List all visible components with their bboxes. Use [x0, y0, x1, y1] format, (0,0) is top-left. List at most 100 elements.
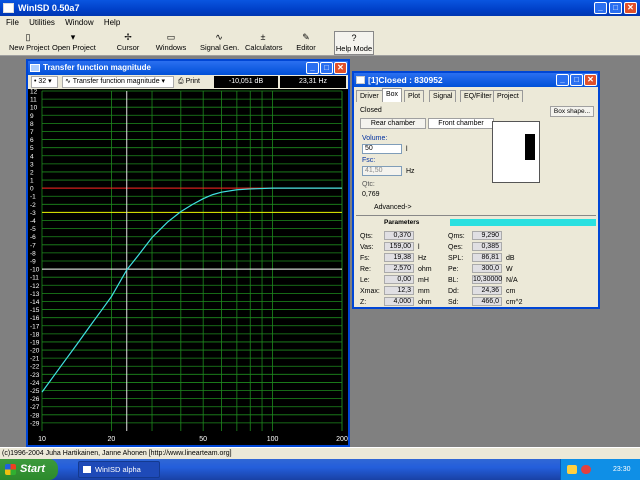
right-param-unit: dB: [506, 255, 515, 262]
y-tick-label: -17: [30, 323, 40, 330]
y-tick-label: -8: [30, 250, 36, 257]
minimize-button[interactable]: _: [594, 2, 607, 14]
tab-eq-filter[interactable]: EQ/Filter: [460, 90, 496, 102]
y-tick-label: -16: [30, 315, 40, 322]
y-tick-label: 0: [30, 186, 34, 193]
cursor-icon: ✢: [124, 32, 132, 42]
open-project-button[interactable]: ▾ Open Project: [52, 31, 96, 55]
tray-alert-icon[interactable]: [581, 465, 591, 474]
box-window-title: [1]Closed : 830952: [368, 75, 443, 85]
tab-box[interactable]: Box: [382, 88, 403, 102]
right-param-name: Dd:: [448, 288, 459, 295]
tab-plot[interactable]: Plot: [404, 90, 425, 102]
right-param-value: 9,290: [472, 231, 502, 240]
maximize-button[interactable]: □: [609, 2, 622, 14]
chart-close-button[interactable]: ✕: [334, 62, 347, 74]
winisd-task-icon: [83, 466, 91, 473]
menu-window[interactable]: Window: [65, 18, 93, 27]
left-param-name: Re:: [360, 266, 371, 273]
chart-window-title-bar[interactable]: Transfer function magnitude: [28, 61, 348, 75]
signal-gen-button[interactable]: ∿ Signal Gen.: [200, 31, 239, 55]
chart-minimize-button[interactable]: _: [306, 62, 319, 74]
calculators-button[interactable]: ± Calculators: [245, 31, 283, 55]
right-param-value: 10,30000: [472, 275, 503, 284]
right-param-name: SPL:: [448, 255, 464, 262]
y-tick-label: 10: [30, 105, 38, 112]
editor-button[interactable]: ✎ Editor: [295, 31, 317, 55]
x-tick-label: 200: [336, 436, 348, 443]
taskbar: Start WinISD alpha NO 23:30: [0, 459, 640, 480]
tab-project[interactable]: Project: [493, 90, 523, 102]
toolbar: ▯ New Project ▾ Open Project ✢ Cursor ▭ Wind…: [0, 29, 640, 56]
left-param-name: Fs:: [360, 255, 370, 262]
system-tray: 23:30: [560, 459, 640, 480]
box-close-button[interactable]: ✕: [584, 74, 597, 86]
y-tick-label: 12: [30, 89, 38, 96]
close-button[interactable]: ✕: [624, 2, 637, 14]
cursor-button[interactable]: ✢ Cursor: [113, 31, 143, 55]
tray-speaker-icon[interactable]: [567, 465, 577, 474]
y-tick-label: -13: [30, 291, 40, 298]
open-folder-icon: ▾: [70, 32, 76, 42]
menu-help[interactable]: Help: [104, 18, 120, 27]
app-title-bar[interactable]: WinISD 0.50a7: [0, 0, 640, 16]
left-param-value: 4,000: [384, 297, 414, 306]
y-tick-label: 6: [30, 137, 34, 144]
front-chamber-button[interactable]: Front chamber: [428, 118, 494, 129]
box-minimize-button[interactable]: _: [556, 74, 569, 86]
right-param-name: Qes:: [448, 244, 463, 251]
y-tick-label: -24: [30, 380, 40, 387]
divider: [356, 215, 596, 216]
tab-driver[interactable]: Driver: [356, 90, 383, 102]
volume-input[interactable]: 50: [362, 144, 402, 154]
box-window-icon: [356, 76, 365, 84]
taskbar-task-winisd[interactable]: WinISD alpha: [78, 461, 160, 478]
y-tick-label: -19: [30, 339, 40, 346]
plot-background: [28, 89, 348, 445]
start-button[interactable]: Start: [0, 459, 58, 480]
y-tick-label: 3: [30, 161, 34, 168]
right-param-value: 0,385: [472, 242, 502, 251]
left-param-name: Le:: [360, 277, 370, 284]
left-param-value: 159,00: [384, 242, 414, 251]
y-tick-label: -25: [30, 388, 40, 395]
volume-unit: l: [406, 146, 408, 153]
right-param-value: 86,81: [472, 253, 502, 262]
y-tick-label: -4: [30, 218, 36, 225]
y-tick-label: 8: [30, 121, 34, 128]
left-param-name: Vas:: [360, 244, 374, 251]
menu-file[interactable]: File: [6, 18, 19, 27]
left-param-value: 0,370: [384, 231, 414, 240]
left-param-unit: ohm: [418, 299, 432, 306]
fsc-label: Fsc:: [362, 157, 376, 164]
y-tick-label: 7: [30, 129, 34, 136]
box-maximize-button[interactable]: □: [570, 74, 583, 86]
new-project-button[interactable]: ▯ New Project: [9, 31, 49, 55]
rear-chamber-button[interactable]: Rear chamber: [360, 118, 426, 129]
fsc-input[interactable]: 41,50: [362, 166, 402, 176]
y-tick-label: -3: [30, 210, 36, 217]
box-shape-button[interactable]: Box shape...: [550, 106, 594, 117]
tab-signal[interactable]: Signal: [429, 90, 457, 102]
y-tick-label: -23: [30, 372, 40, 379]
advanced-button[interactable]: Advanced->: [374, 203, 412, 212]
driver-shape-icon: [525, 134, 535, 160]
box-preview: [492, 121, 540, 183]
windows-button[interactable]: ▭ Windows: [154, 31, 188, 55]
y-tick-label: -27: [30, 404, 40, 411]
y-tick-label: -11: [30, 275, 39, 282]
chart-maximize-button[interactable]: □: [320, 62, 333, 74]
print-button[interactable]: ⎙ Print: [178, 76, 208, 88]
y-tick-label: -20: [30, 348, 40, 355]
transfer-function-plot[interactable]: 1211109876543210-1-2-3-4-5-6-7-8-9-10-11…: [28, 89, 348, 445]
windows-logo-icon: [5, 464, 16, 475]
resolution-combo[interactable]: • 32 ▾: [31, 76, 58, 88]
right-param-value: 24,36: [472, 286, 502, 295]
x-tick-label: 20: [108, 436, 116, 443]
graph-type-combo[interactable]: ∿ Transfer function magnitude ▾: [62, 76, 174, 88]
y-tick-label: 5: [30, 145, 34, 152]
help-mode-button[interactable]: ? Help Mode: [334, 31, 374, 55]
menu-utilities[interactable]: Utilities: [29, 18, 55, 27]
y-tick-label: -2: [30, 202, 36, 209]
right-param-value: 300,0: [472, 264, 502, 273]
